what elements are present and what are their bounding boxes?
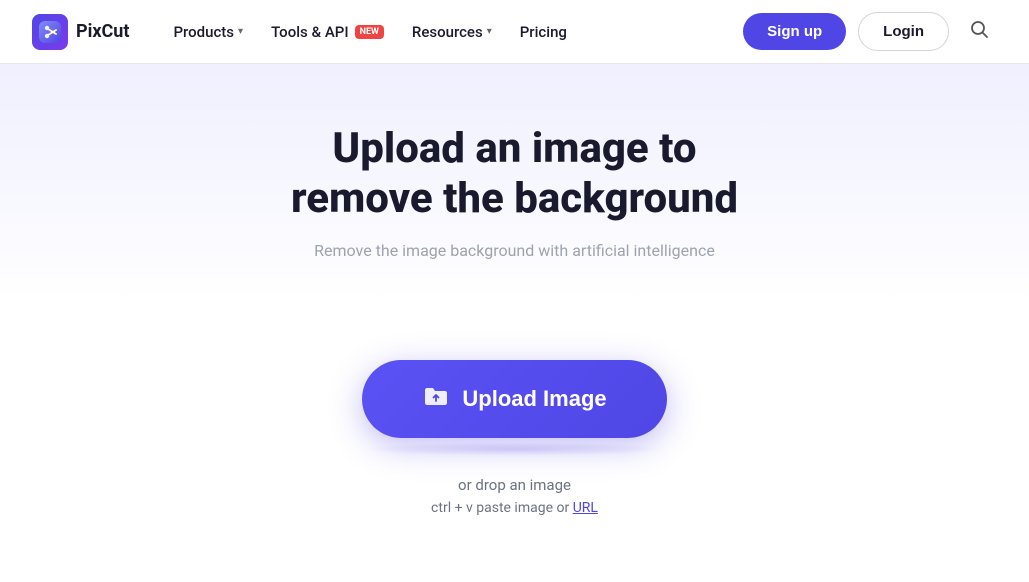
hero-title-line2: remove the background [291, 174, 738, 223]
nav-links: Products ▾ Tools & API NEW Resources ▾ P… [161, 15, 743, 49]
nav-label-products: Products [173, 23, 234, 41]
nav-actions: Sign up Login [743, 11, 997, 53]
hero-section: Upload an image to remove the background… [0, 64, 1029, 300]
url-link[interactable]: URL [573, 500, 598, 516]
nav-label-pricing: Pricing [520, 23, 567, 41]
hero-title-line1: Upload an image to [332, 124, 696, 173]
nav-label-tools: Tools & API [271, 23, 349, 41]
chevron-down-icon-resources: ▾ [487, 26, 492, 37]
folder-upload-icon [422, 382, 450, 410]
upload-section: Upload Image or drop an image ctrl + v p… [0, 300, 1029, 556]
signup-button[interactable]: Sign up [743, 13, 846, 50]
nav-item-tools[interactable]: Tools & API NEW [259, 15, 396, 49]
upload-button-shadow [365, 442, 665, 456]
nav-label-resources: Resources [412, 23, 483, 41]
upload-button-label: Upload Image [462, 386, 606, 412]
search-icon [969, 19, 989, 39]
hero-title: Upload an image to remove the background [20, 124, 1009, 225]
search-button[interactable] [961, 11, 997, 53]
upload-icon [422, 382, 450, 416]
logo-icon [32, 14, 68, 50]
hero-subtitle: Remove the image background with artific… [20, 241, 1009, 260]
nav-item-pricing[interactable]: Pricing [508, 15, 579, 49]
drop-text: or drop an image [20, 476, 1009, 494]
logo-link[interactable]: PixCut [32, 14, 129, 50]
nav-item-resources[interactable]: Resources ▾ [400, 15, 504, 49]
logo-text: PixCut [76, 21, 129, 42]
nav-item-products[interactable]: Products ▾ [161, 15, 255, 49]
new-badge: NEW [355, 25, 384, 39]
paste-text: ctrl + v paste image or URL [20, 500, 1009, 516]
login-button[interactable]: Login [858, 12, 949, 51]
paste-label: ctrl + v paste image or [431, 500, 569, 516]
chevron-down-icon: ▾ [238, 26, 243, 37]
upload-image-button[interactable]: Upload Image [362, 360, 666, 438]
navbar: PixCut Products ▾ Tools & API NEW Resour… [0, 0, 1029, 64]
